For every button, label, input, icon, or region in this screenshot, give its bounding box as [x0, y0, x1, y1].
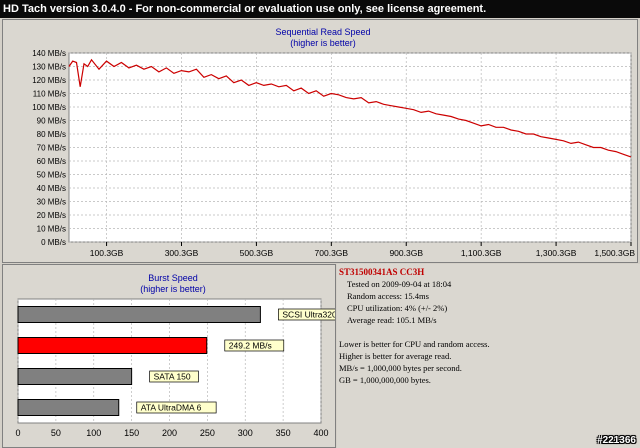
burst-bar-label: ATA UltraDMA 6: [141, 403, 202, 413]
y-tick-label: 130 MB/s: [32, 63, 66, 72]
burst-x-tick-label: 50: [51, 428, 61, 438]
sequential-read-chart: 0 MB/s 10 MB/s 20 MB/s 30 MB/s 40 MB/s 50 MB/…: [32, 49, 635, 258]
x-tick-label: 1,300.3GB: [536, 248, 577, 258]
drive-model: ST31500341AS CC3H: [339, 267, 425, 277]
info-tested-on: Tested on 2009-09-04 at 18:04: [347, 279, 452, 289]
burst-x-tick-label: 0: [15, 428, 20, 438]
y-tick-label: 40 MB/s: [37, 184, 66, 193]
y-tick-label: 20 MB/s: [37, 211, 66, 220]
window-title-bar: HD Tach version 3.0.4.0 - For non-commer…: [0, 0, 640, 18]
x-tick-label: 900.3GB: [389, 248, 423, 258]
x-tick-label: 1,500.3GB: [594, 248, 635, 258]
x-tick-label: 300.3GB: [165, 248, 199, 258]
burst-bar-label: 249.2 MB/s: [229, 341, 272, 351]
x-tick-label: 1,100.3GB: [461, 248, 502, 258]
y-tick-label: 110 MB/s: [33, 90, 66, 99]
info-note-higher-better: Higher is better for average read.: [339, 351, 452, 361]
burst-x-tick-label: 100: [86, 428, 101, 438]
burst-bar-label: SCSI Ultra320: [282, 310, 335, 320]
y-tick-label: 50 MB/s: [37, 171, 66, 180]
burst-bar-label: SATA 150: [154, 372, 191, 382]
sequential-read-panel: Sequential Read Speed (higher is better)…: [2, 19, 638, 263]
info-average-read: Average read: 105.1 MB/s: [347, 315, 437, 325]
burst-x-tick-label: 200: [162, 428, 177, 438]
burst-bar: [17, 337, 208, 354]
drive-info-panel: ST31500341AS CC3H Tested on 2009-09-04 a…: [337, 264, 640, 448]
info-random-access: Random access: 15.4ms: [347, 291, 429, 301]
info-note-mbs-definition: MB/s = 1,000,000 bytes per second.: [339, 363, 462, 373]
y-tick-label: 60 MB/s: [37, 157, 66, 166]
watermark-badge: #221366: [597, 435, 636, 446]
info-cpu-utilization: CPU utilization: 4% (+/- 2%): [347, 303, 448, 313]
burst-x-tick-label: 350: [276, 428, 291, 438]
burst-x-tick-label: 400: [313, 428, 328, 438]
drive-info: ST31500341AS CC3H Tested on 2009-09-04 a…: [339, 266, 637, 386]
burst-speed-panel: Burst Speed (higher is better) 0 50 100 150…: [2, 264, 336, 448]
burst-x-tick-label: 300: [238, 428, 253, 438]
x-tick-label: 100.3GB: [90, 248, 124, 258]
burst-bar: [17, 368, 133, 385]
x-tick-label: 700.3GB: [315, 248, 349, 258]
burst-bar: [17, 306, 261, 323]
burst-x-tick-label: 150: [124, 428, 139, 438]
y-tick-label: 0 MB/s: [41, 238, 66, 247]
y-tick-label: 30 MB/s: [37, 198, 66, 207]
y-tick-label: 90 MB/s: [37, 117, 66, 126]
y-tick-label: 140 MB/s: [32, 49, 66, 58]
y-tick-label: 100 MB/s: [32, 103, 66, 112]
y-tick-label: 70 MB/s: [37, 144, 66, 153]
burst-bar: [17, 399, 120, 416]
info-note-gb-definition: GB = 1,000,000,000 bytes.: [339, 375, 431, 385]
y-tick-label: 10 MB/s: [37, 225, 66, 234]
y-tick-label: 120 MB/s: [32, 76, 66, 85]
y-tick-label: 80 MB/s: [37, 130, 66, 139]
info-note-lower-better: Lower is better for CPU and random acces…: [339, 339, 490, 349]
x-tick-label: 500.3GB: [240, 248, 274, 258]
window-title: HD Tach version 3.0.4.0 - For non-commer…: [3, 3, 487, 15]
burst-x-tick-label: 250: [200, 428, 215, 438]
burst-speed-chart: 0 50 100 150 200 250 300 350 400 SCSI Ultra320 249…: [15, 298, 335, 438]
